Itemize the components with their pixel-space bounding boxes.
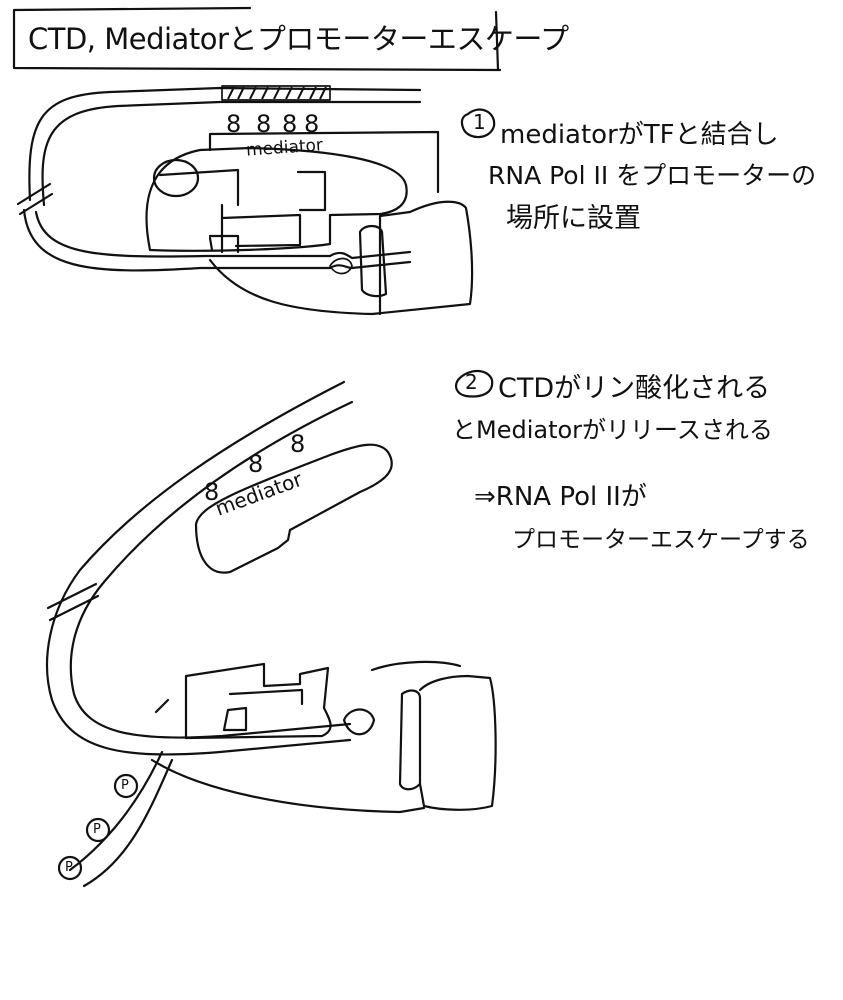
- step2-line3: ⇒RNA Pol IIが: [474, 482, 647, 512]
- step2-number-circle: [455, 369, 494, 398]
- whiteboard-canvas: CTD, Mediatorとプロモーターエスケープ 8 8 8 8 mediat…: [0, 0, 843, 1000]
- step2-line1: CTDがリン酸化される: [498, 373, 771, 404]
- step2-line2: とMediatorがリリースされる: [452, 416, 773, 444]
- step2-line4: プロモーターエスケープする: [512, 527, 810, 553]
- step2-number: 2: [465, 370, 478, 394]
